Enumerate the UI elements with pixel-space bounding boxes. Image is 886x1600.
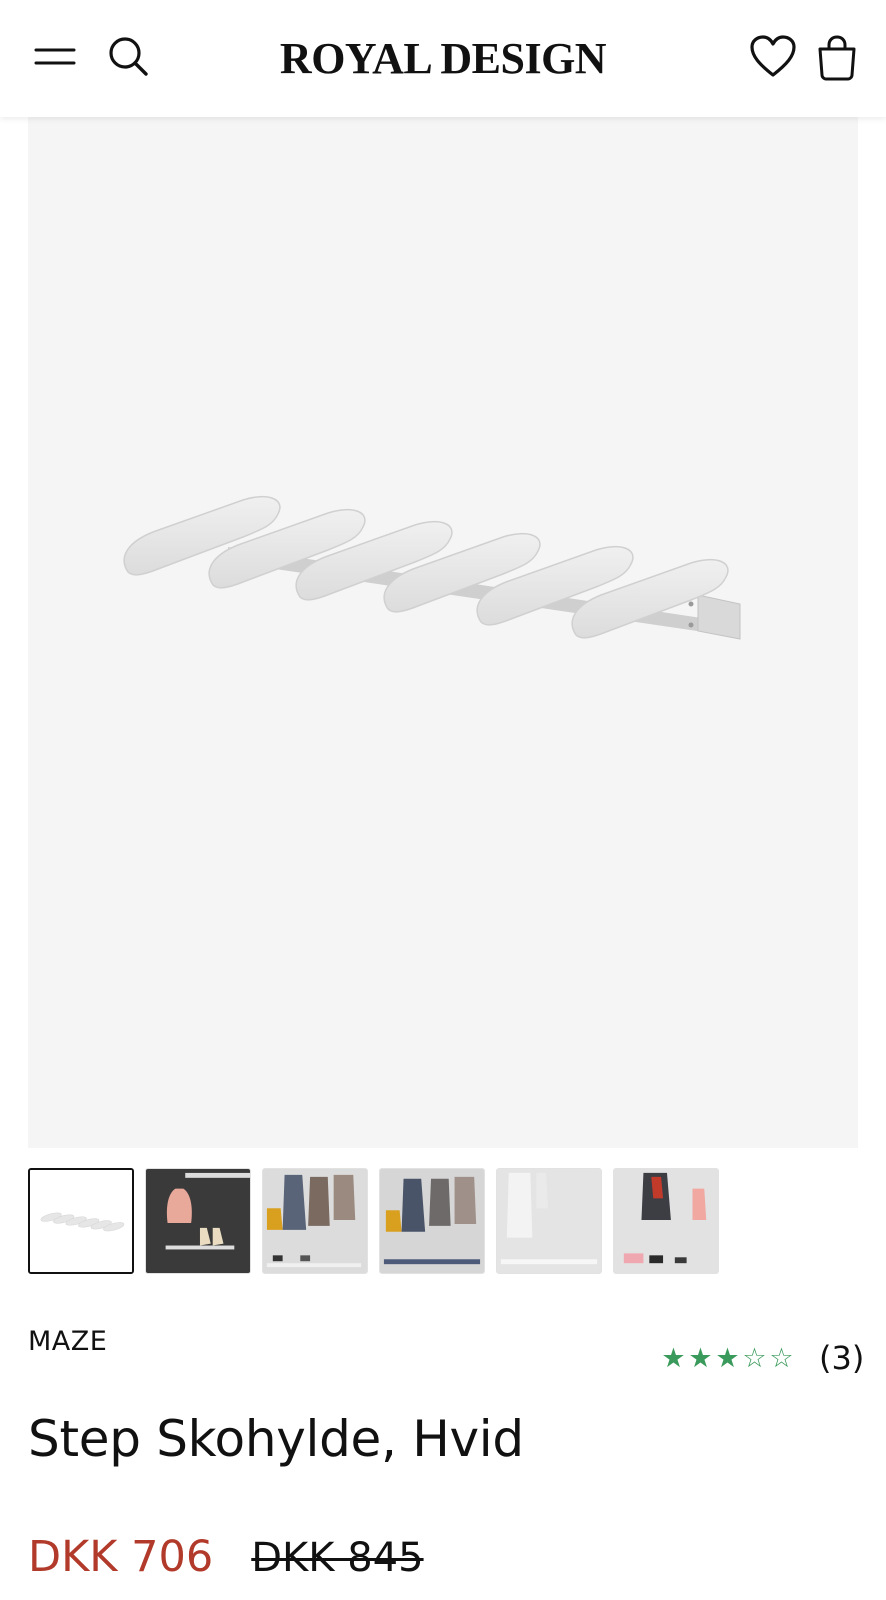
bag-icon xyxy=(815,33,859,85)
product-rating[interactable]: ★ ★ ★ ☆ ☆ (3) xyxy=(660,1338,864,1378)
cart-button[interactable] xyxy=(810,32,864,86)
thumbnail-strip xyxy=(28,1168,730,1274)
star-empty-icon: ☆ xyxy=(742,1342,767,1374)
thumbnail-3[interactable] xyxy=(262,1168,368,1274)
product-title: Step Skohylde, Hvid xyxy=(28,1410,524,1468)
product-brand[interactable]: MAZE xyxy=(28,1326,107,1357)
heart-icon xyxy=(749,34,797,82)
thumbnail-1[interactable] xyxy=(28,1168,134,1274)
menu-button[interactable] xyxy=(30,38,80,78)
original-price: DKK 845 xyxy=(251,1535,424,1581)
wishlist-button[interactable] xyxy=(746,32,800,84)
sale-price: DKK 706 xyxy=(28,1532,214,1582)
thumbnail-4[interactable] xyxy=(379,1168,485,1274)
menu-icon xyxy=(34,43,76,73)
thumbnail-5[interactable] xyxy=(496,1168,602,1274)
search-icon xyxy=(106,34,150,82)
star-filled-icon: ★ xyxy=(715,1342,740,1374)
shoe-shelf-illustration xyxy=(123,495,741,640)
thumbnail-6[interactable] xyxy=(613,1168,719,1274)
star-filled-icon: ★ xyxy=(661,1342,686,1374)
price-row: DKK 706 DKK 845 xyxy=(28,1532,424,1582)
site-header: ROYAL DESIGN xyxy=(0,0,886,117)
search-button[interactable] xyxy=(102,34,154,82)
review-count: (3) xyxy=(819,1339,865,1377)
rating-stars: ★ ★ ★ ☆ ☆ xyxy=(660,1345,795,1372)
site-logo[interactable]: ROYAL DESIGN xyxy=(180,30,706,86)
star-empty-icon: ☆ xyxy=(769,1342,794,1374)
thumbnail-2[interactable] xyxy=(145,1168,251,1274)
product-main-image[interactable] xyxy=(28,117,858,1148)
star-filled-icon: ★ xyxy=(688,1342,713,1374)
